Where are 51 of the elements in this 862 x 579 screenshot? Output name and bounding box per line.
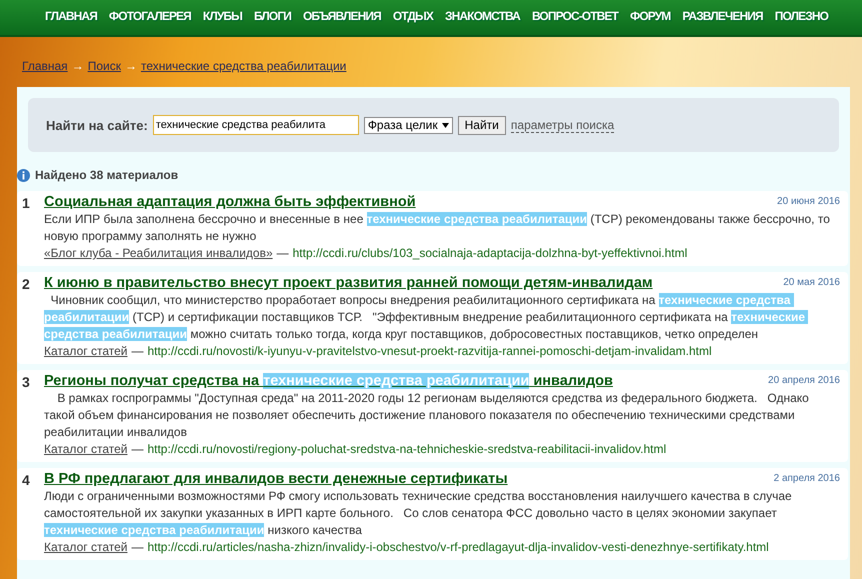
caret-icon [442, 122, 449, 128]
nav-link[interactable]: ФОРУМ [624, 0, 676, 35]
result-date: 20 мая 2016 [783, 276, 840, 288]
nav-link[interactable]: ОТДЫХ [388, 0, 438, 35]
result-title-link[interactable]: Социальная адаптация должна быть эффективной [44, 194, 778, 210]
breadcrumb-link[interactable]: Поиск [88, 59, 121, 87]
breadcrumb-separator: → [124, 59, 137, 75]
result-number: 2 [22, 275, 31, 292]
nav-link[interactable]: ОБЪЯВЛЕНИЯ [298, 0, 386, 35]
nav-link[interactable]: ПОЛЕЗНО [770, 0, 834, 35]
category-link[interactable]: Каталог статей [44, 343, 128, 360]
nav-link[interactable]: ФОТОГАЛЕРЕЯ [104, 0, 196, 35]
category-link[interactable]: «Блог клуба - Реабилитация инвалидов» [44, 245, 273, 262]
separator-dash: — [131, 441, 144, 458]
result-number: 1 [22, 194, 31, 211]
separator-dash: — [131, 343, 144, 360]
result-snippet: В рамках госпрограммы "Доступная среда" на 2011-2020 годы 12 регионам выделяются средства из федерального бюджета. Однако такой объем финансирования не позволяет обеспечить достижение планового показателя по обеспечению техническими средствами реабилитации инвалидов [44, 390, 810, 441]
result-url: http://ccdi.ru/clubs/103_socialnaja-adaptacija-dolzhna-byt-yeffektivnoi.html [292, 245, 688, 262]
result-title-link[interactable]: Регионы получат средства на технические средства реабилитации инвалидов [44, 373, 768, 389]
nav-link[interactable]: ВОПРОС-ОТВЕТ [526, 0, 623, 35]
result-date: 20 июня 2016 [777, 195, 840, 207]
result-snippet: Люди с ограниченными возможностями РФ смогу использовать технические средства восстановления наилучшего качества в случае самостоятельной их закупки указанных в ИРП карте больного. Со слов сенатора ФСС довольно часто в целях экономии закупает технические средства реабилитации низкого качества [44, 488, 793, 539]
result-title-link[interactable]: В РФ предлагают для инвалидов вести денежные сертификаты [44, 471, 774, 487]
results-count: Найдено 38 материалов [35, 168, 178, 182]
result-date: 20 апреля 2016 [768, 374, 840, 386]
separator-dash: — [276, 245, 289, 262]
search-mode-select[interactable]: Фраза целик [364, 116, 453, 134]
result-number: 4 [22, 471, 31, 488]
nav-link[interactable]: РАЗВЛЕЧЕНИЯ [677, 0, 768, 35]
category-link[interactable]: Каталог статей [44, 441, 128, 458]
result-snippet: Если ИПР была заполнена бессрочно и внесенные в нее технические средства реабилитации (ТСР) рекомендованы также бессрочно, то новую программу заполнять не нужно [44, 211, 831, 245]
result-url: http://ccdi.ru/novosti/regiony-poluchat-sredstva-na-tehnicheskie-sredstva-reabilitacii-invalidov.html [147, 441, 666, 458]
info-icon [17, 168, 30, 182]
nav-link[interactable]: ГЛАВНАЯ [40, 0, 102, 35]
nav-link[interactable]: ЗНАКОМСТВА [440, 0, 525, 35]
result-title-link[interactable]: К июню в правительство внесут проект развития ранней помощи детям-инвалидам [44, 275, 784, 291]
nav-link[interactable]: БЛОГИ [248, 0, 296, 35]
search-params-link[interactable]: параметры поиска [510, 118, 614, 132]
result-date: 2 апреля 2016 [774, 472, 840, 484]
breadcrumb-separator: → [72, 59, 84, 75]
result-url: http://ccdi.ru/articles/nasha-zhizn/invalidy-i-obschestvo/v-rf-predlagayut-dlja-invalidov-vesti-denezhnye-sertifikaty.html [147, 539, 769, 556]
category-link[interactable]: Каталог статей [44, 539, 128, 556]
breadcrumb-link[interactable]: Главная [22, 59, 68, 87]
result-url: http://ccdi.ru/novosti/k-iyunyu-v-pravitelstvo-vnesut-proekt-razvitija-rannei-pomoschi-detjam-invalidam.html [147, 343, 712, 360]
search-label: Найти на сайте: [46, 118, 148, 132]
separator-dash: — [131, 539, 144, 556]
search-field[interactable]: технические средства реабилита [152, 115, 359, 135]
search-button[interactable]: Найти [458, 116, 506, 134]
nav-link[interactable]: КЛУБЫ [198, 0, 247, 35]
result-number: 3 [22, 373, 31, 390]
breadcrumb-link[interactable]: технические средства реабилитации [140, 59, 346, 87]
